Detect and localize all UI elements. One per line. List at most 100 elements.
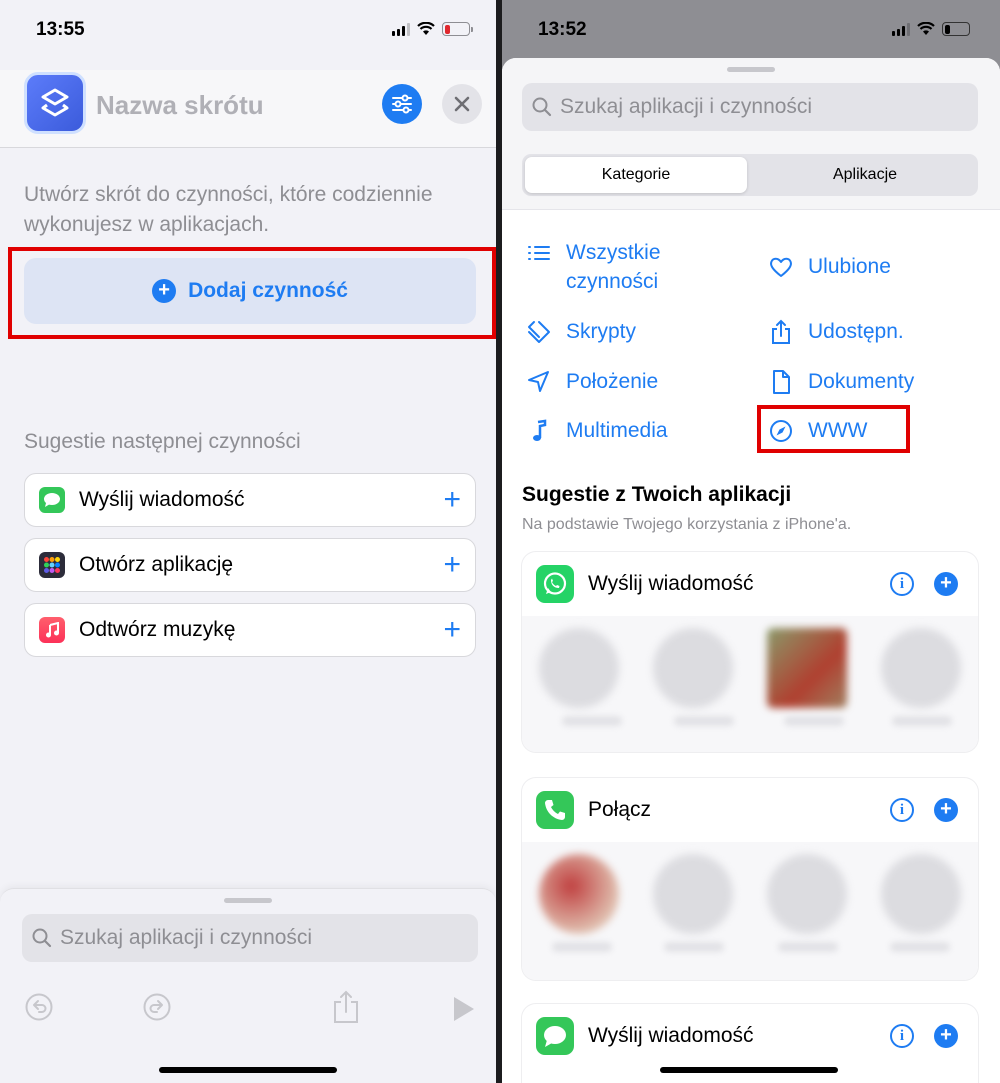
shortcut-app-icon[interactable] bbox=[24, 72, 86, 134]
contact-name bbox=[784, 716, 844, 726]
search-icon bbox=[532, 97, 552, 117]
category-location[interactable]: Położenie bbox=[526, 367, 658, 396]
suggestions-heading: Sugestie następnej czynności bbox=[24, 430, 301, 453]
add-icon[interactable]: + bbox=[443, 485, 461, 515]
redo-icon[interactable] bbox=[142, 992, 172, 1022]
signal-icon bbox=[892, 22, 910, 36]
contact-avatar[interactable] bbox=[767, 628, 847, 708]
search-input[interactable]: Szukaj aplikacji i czynności bbox=[22, 914, 478, 962]
category-scripting[interactable]: Skrypty bbox=[526, 317, 636, 346]
close-button[interactable] bbox=[442, 84, 482, 124]
signal-icon bbox=[392, 22, 410, 36]
highlight-box bbox=[757, 405, 910, 453]
category-documents[interactable]: Dokumenty bbox=[768, 367, 914, 396]
status-icons bbox=[892, 22, 973, 36]
card-header[interactable]: Wyślij wiadomość i + bbox=[522, 1004, 978, 1068]
action-picker-screen: 13:52 Szukaj aplikacji i czynności Kateg… bbox=[502, 0, 1000, 1083]
location-icon bbox=[528, 371, 549, 392]
category-label: Wszystkie czynności bbox=[566, 241, 661, 293]
contact-avatar[interactable] bbox=[881, 854, 961, 934]
apps-suggestions-subtitle: Na podstawie Twojego korzystania z iPhon… bbox=[522, 516, 852, 533]
segmented-control: Kategorie Aplikacje bbox=[522, 154, 978, 196]
add-icon[interactable]: + bbox=[443, 550, 461, 580]
contact-avatar[interactable] bbox=[881, 628, 961, 708]
shortcut-description: Utwórz skrót do czynności, które codzien… bbox=[24, 183, 433, 236]
category-label: Położenie bbox=[566, 370, 659, 393]
tab-apps[interactable]: Aplikacje bbox=[754, 157, 976, 193]
suggestion-card: Wyślij wiadomość i + bbox=[522, 552, 978, 752]
category-sharing[interactable]: Udostępn. bbox=[768, 317, 904, 346]
contact-name bbox=[664, 942, 724, 952]
contact-name bbox=[778, 942, 838, 952]
status-time: 13:55 bbox=[36, 19, 85, 40]
category-label: Dokumenty bbox=[808, 370, 915, 393]
suggestion-item[interactable]: Odtwórz muzykę + bbox=[24, 603, 476, 657]
close-icon bbox=[454, 96, 470, 112]
apps-grid-icon bbox=[39, 552, 65, 578]
contact-avatar[interactable] bbox=[539, 628, 619, 708]
shortcut-editor-screen: 13:55 Nazwa skrótu Utwórz skrót do czynn… bbox=[0, 0, 496, 1083]
play-icon[interactable] bbox=[452, 996, 476, 1022]
picker-header: Szukaj aplikacji i czynności Kategorie A… bbox=[502, 58, 1000, 210]
contact-name bbox=[552, 942, 612, 952]
highlight-box bbox=[8, 247, 496, 339]
info-icon[interactable]: i bbox=[890, 572, 914, 596]
card-header[interactable]: Wyślij wiadomość i + bbox=[522, 552, 978, 616]
music-note-icon bbox=[533, 419, 547, 441]
tab-categories[interactable]: Kategorie bbox=[525, 157, 747, 193]
suggestion-label: Odtwórz muzykę bbox=[79, 618, 236, 641]
category-media[interactable]: Multimedia bbox=[526, 416, 668, 445]
category-all-actions[interactable]: Wszystkie czynności bbox=[526, 238, 661, 296]
whatsapp-icon bbox=[536, 565, 574, 603]
sheet-grabber[interactable] bbox=[224, 898, 272, 903]
sheet-grabber[interactable] bbox=[727, 67, 775, 72]
apps-suggestions-heading: Sugestie z Twoich aplikacji bbox=[522, 483, 792, 506]
share-icon[interactable] bbox=[332, 990, 360, 1024]
search-icon bbox=[32, 928, 52, 948]
category-label: Ulubione bbox=[808, 255, 891, 278]
category-favorites[interactable]: Ulubione bbox=[768, 252, 891, 281]
card-title: Połącz bbox=[588, 798, 652, 821]
contact-avatar[interactable] bbox=[653, 628, 733, 708]
suggestion-card: Połącz i + bbox=[522, 778, 978, 980]
search-input[interactable]: Szukaj aplikacji i czynności bbox=[522, 83, 978, 131]
status-bar: 13:52 bbox=[502, 0, 1000, 60]
status-icons bbox=[392, 22, 473, 36]
contact-name bbox=[892, 716, 952, 726]
category-label: Udostępn. bbox=[808, 320, 904, 343]
shortcuts-logo-icon bbox=[41, 88, 69, 117]
undo-icon[interactable] bbox=[24, 992, 54, 1022]
add-circle-icon[interactable]: + bbox=[934, 798, 958, 822]
home-indicator bbox=[660, 1067, 838, 1073]
add-icon[interactable]: + bbox=[443, 615, 461, 645]
phone-icon bbox=[536, 791, 574, 829]
category-label: Skrypty bbox=[566, 320, 637, 343]
add-circle-icon[interactable]: + bbox=[934, 572, 958, 596]
info-icon[interactable]: i bbox=[890, 798, 914, 822]
contacts-row bbox=[522, 616, 978, 752]
suggestion-item[interactable]: Otwórz aplikację + bbox=[24, 538, 476, 592]
wifi-icon bbox=[917, 22, 935, 35]
contact-avatar[interactable] bbox=[653, 854, 733, 934]
messages-icon bbox=[536, 1017, 574, 1055]
contact-avatar[interactable] bbox=[767, 854, 847, 934]
status-bar: 13:55 bbox=[0, 0, 496, 60]
heart-icon bbox=[770, 257, 792, 277]
contacts-row bbox=[522, 842, 978, 980]
home-indicator bbox=[159, 1067, 337, 1073]
share-icon bbox=[772, 319, 790, 344]
settings-button[interactable] bbox=[382, 84, 422, 124]
info-icon[interactable]: i bbox=[890, 1024, 914, 1048]
card-header[interactable]: Połącz i + bbox=[522, 778, 978, 842]
battery-icon bbox=[442, 22, 473, 36]
shortcut-name-field[interactable]: Nazwa skrótu bbox=[96, 90, 264, 121]
suggestion-item[interactable]: Wyślij wiadomość + bbox=[24, 473, 476, 527]
messages-icon bbox=[39, 487, 65, 513]
contact-name bbox=[674, 716, 734, 726]
suggestion-label: Otwórz aplikację bbox=[79, 553, 234, 576]
contact-avatar[interactable] bbox=[539, 854, 619, 934]
contact-name bbox=[562, 716, 622, 726]
add-circle-icon[interactable]: + bbox=[934, 1024, 958, 1048]
status-time: 13:52 bbox=[538, 19, 587, 40]
search-placeholder: Szukaj aplikacji i czynności bbox=[560, 95, 813, 118]
